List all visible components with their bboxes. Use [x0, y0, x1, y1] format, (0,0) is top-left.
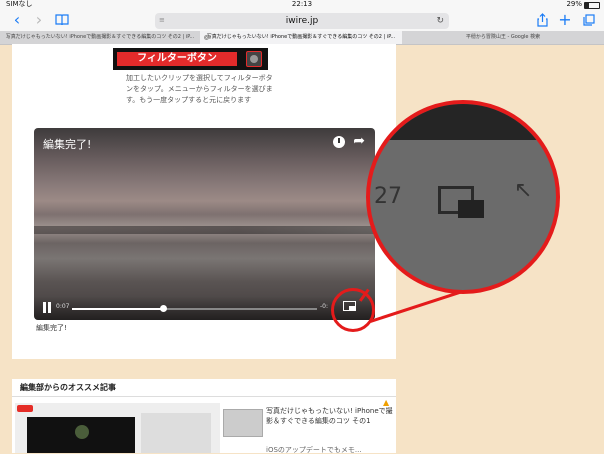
youtube-logo-icon [17, 405, 33, 412]
tab-2-label: 写真だけじゃもったいない! iPhoneで動画撮影＆すぐできる編集のコツ その2… [206, 34, 396, 40]
caption-text: 加工したいクリップを選択してフィルターボタンをタップ。メニューからフィルターを選… [126, 74, 273, 104]
filter-screenshot: フィルターボタン [113, 48, 268, 70]
video-controls: 0:07 -0: [34, 296, 375, 320]
filter-button-label: フィルターボタン [117, 52, 237, 66]
share-arrow-icon[interactable]: ➦ [353, 133, 365, 149]
chevron-right-icon[interactable]: › [32, 9, 46, 31]
tab-3[interactable]: 平穏から冒険山王 - Google 検索 [402, 31, 604, 44]
highlight-circle [331, 288, 375, 332]
seek-progress [72, 308, 163, 310]
remaining-time: -0: [320, 303, 329, 310]
recommendations-panel: 編集部からのオススメ記事 ▲ 写真だけじゃもったいない! iPhoneで撮影＆す… [12, 379, 396, 454]
battery-percent: 29% [566, 0, 582, 8]
book-icon[interactable] [54, 9, 70, 31]
close-tab-icon[interactable]: × [204, 35, 209, 40]
pause-icon[interactable] [42, 302, 52, 313]
expand-arrow-icon: ↖ [514, 178, 533, 203]
status-bar: SIMなし 22:13 29% [0, 0, 604, 9]
url-text[interactable]: iwire.jp [155, 13, 449, 29]
tab-2[interactable]: × 写真だけじゃもったいない! iPhoneで動画撮影＆すぐできる編集のコツ その… [200, 31, 402, 44]
zoom-dark-band [370, 104, 556, 140]
picture-in-picture-icon-zoomed [438, 186, 486, 220]
chevron-left-icon[interactable]: ‹ [10, 9, 24, 31]
browser-toolbar: ‹ › ≡ iwire.jp ↻ + [0, 9, 604, 31]
elapsed-time: 0:07 [56, 303, 70, 310]
video-frame-horizon [34, 226, 375, 234]
watch-later-icon[interactable] [333, 136, 345, 148]
reload-icon[interactable]: ↻ [436, 14, 444, 28]
seek-bar[interactable] [72, 305, 317, 312]
tab-1-label: 写真だけじゃもったいない! iPhoneで動画撮影＆すぐできる編集のコツ その2… [5, 34, 195, 40]
tab-3-label: 平穏から冒険山王 - Google 検索 [465, 34, 541, 40]
filter-icon [246, 51, 262, 67]
battery-icon [584, 2, 600, 9]
tabs-icon[interactable] [582, 9, 596, 31]
recommendation-thumbnail-2[interactable] [223, 409, 263, 437]
thumbnail-plant [75, 425, 89, 439]
clock: 22:13 [291, 0, 313, 8]
share-icon[interactable] [535, 9, 549, 31]
plus-icon[interactable]: + [558, 9, 572, 31]
recommendations-header: 編集部からのオススメ記事 [12, 379, 396, 397]
seek-knob[interactable] [159, 305, 167, 312]
video-player[interactable]: 編集完了! ➦ 0:07 -0: [34, 128, 375, 320]
video-title: 編集完了! [43, 138, 92, 151]
recommendation-title[interactable]: 写真だけじゃもったいない! iPhoneで撮影＆すぐできる編集のコツ その1 [266, 406, 396, 426]
address-bar[interactable]: ≡ iwire.jp ↻ [155, 13, 449, 29]
zoom-number: 27 [374, 184, 402, 209]
zoom-callout: 27 ↖ [366, 100, 560, 294]
tab-strip: 写真だけじゃもったいない! iPhoneで動画撮影＆すぐできる編集のコツ その2… [0, 31, 604, 45]
video-caption: 編集完了! [36, 324, 67, 332]
tab-1[interactable]: 写真だけじゃもったいない! iPhoneで動画撮影＆すぐできる編集のコツ その2… [0, 31, 200, 44]
thumbnail-sidebar [141, 413, 211, 453]
recommendation-thumbnail-1[interactable] [15, 403, 220, 453]
